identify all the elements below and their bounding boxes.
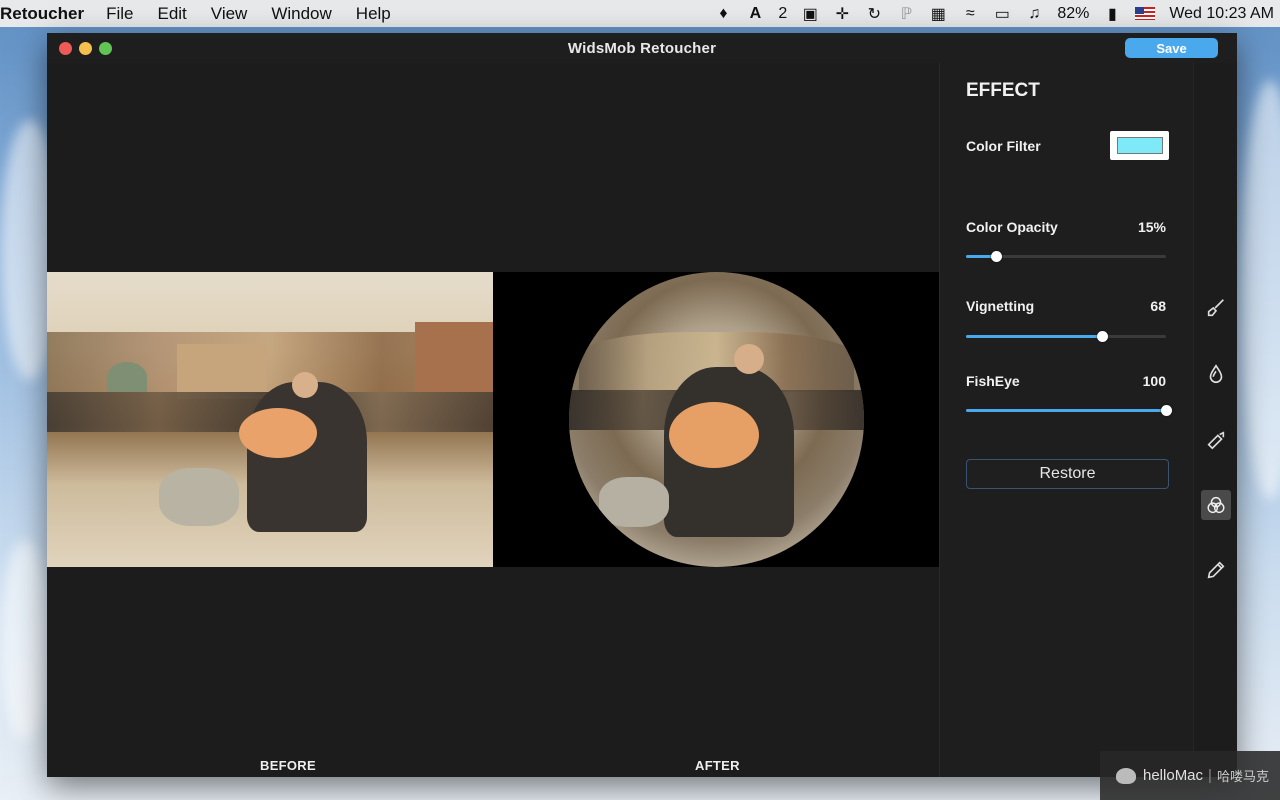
panel-title: EFFECT — [966, 80, 1040, 101]
evernote-icon[interactable]: ♦ — [714, 5, 732, 23]
plane-icon[interactable]: ✛ — [833, 5, 851, 23]
slider-fill — [966, 335, 1102, 338]
window-title: WidsMob Retoucher — [567, 39, 717, 57]
memory-icon[interactable]: ▦ — [929, 5, 947, 23]
menu-edit[interactable]: Edit — [157, 4, 186, 24]
hellomac-logo-icon — [1116, 767, 1136, 784]
menu-view[interactable]: View — [211, 4, 248, 24]
after-image — [493, 272, 939, 567]
color-filter-picker[interactable] — [1110, 131, 1169, 160]
opacity-label: Color Opacity — [966, 219, 1058, 235]
adobe-icon[interactable]: A — [746, 5, 764, 23]
watermark: helloMac | 哈喽马克 — [1100, 751, 1280, 800]
menu-file[interactable]: File — [106, 4, 133, 24]
fisheye-slider[interactable] — [966, 403, 1172, 417]
fisheye-label: FishEye — [966, 373, 1020, 389]
watermark-brand: helloMac — [1143, 767, 1204, 784]
before-label: BEFORE — [260, 758, 316, 773]
slider-thumb[interactable] — [1161, 405, 1172, 416]
effect-panel: EFFECT Color Filter Color Opacity 15% Vi… — [939, 63, 1193, 777]
vignetting-value: 68 — [1150, 298, 1166, 314]
restore-button[interactable]: Restore — [966, 459, 1169, 489]
after-label: AFTER — [695, 758, 740, 773]
app-window: WidsMob Retoucher Save BEFORE AFTER EFFE… — [47, 33, 1237, 777]
menu-help[interactable]: Help — [356, 4, 391, 24]
tool-strip — [1193, 63, 1237, 777]
brush-icon — [1207, 299, 1224, 317]
app-menu[interactable]: Retoucher — [0, 4, 84, 24]
color-swatch — [1116, 137, 1163, 154]
drop-tool[interactable] — [1201, 359, 1231, 389]
watermark-cn: 哈喽马克 — [1216, 769, 1269, 784]
fisheye-value: 100 — [1142, 373, 1166, 389]
before-image — [47, 272, 493, 567]
vignetting-label: Vignetting — [966, 298, 1035, 314]
fullscreen-icon[interactable] — [99, 42, 112, 55]
menubar-clock[interactable]: Wed 10:23 AM — [1169, 5, 1274, 23]
wifi-icon[interactable]: ≈ — [961, 5, 979, 23]
slider-fill — [966, 409, 1166, 412]
image-canvas[interactable]: BEFORE AFTER — [47, 63, 939, 777]
color-filter-label: Color Filter — [966, 138, 1041, 154]
color-filter-tool[interactable] — [1201, 490, 1231, 520]
pencil-icon — [1207, 561, 1225, 579]
title-bar: WidsMob Retoucher Save — [47, 33, 1237, 63]
slider-thumb[interactable] — [1097, 331, 1108, 342]
slider-thumb[interactable] — [991, 251, 1002, 262]
drop-icon — [1209, 364, 1223, 383]
opacity-slider[interactable] — [966, 249, 1166, 263]
battery-icon[interactable]: ▮ — [1103, 5, 1121, 23]
time-machine-icon[interactable]: ↻ — [865, 5, 883, 23]
adobe-count: 2 — [778, 4, 788, 22]
flag-icon[interactable] — [1135, 7, 1156, 20]
menu-bar: Retoucher File Edit View Window Help ♦ A… — [0, 0, 1280, 27]
bandage-icon — [1207, 431, 1225, 450]
vignetting-slider[interactable] — [966, 329, 1166, 343]
color-filter-icon — [1207, 496, 1225, 514]
battery-percent: 82% — [1057, 4, 1090, 22]
volume-icon[interactable]: ♫ — [1025, 5, 1043, 23]
close-icon[interactable] — [59, 42, 72, 55]
pencil-tool[interactable] — [1201, 555, 1231, 585]
minimize-icon[interactable] — [79, 42, 92, 55]
menu-window[interactable]: Window — [271, 4, 331, 24]
camera-icon[interactable]: ▣ — [801, 5, 819, 23]
window-controls — [59, 42, 112, 55]
save-button[interactable]: Save — [1125, 38, 1218, 58]
brush-tool[interactable] — [1201, 293, 1231, 323]
bluetooth-icon[interactable]: ℙ — [897, 5, 915, 23]
opacity-value: 15% — [1137, 219, 1166, 235]
airplay-icon[interactable]: ▭ — [993, 5, 1011, 23]
bandage-tool[interactable] — [1201, 425, 1231, 455]
fisheye-preview — [569, 272, 864, 567]
